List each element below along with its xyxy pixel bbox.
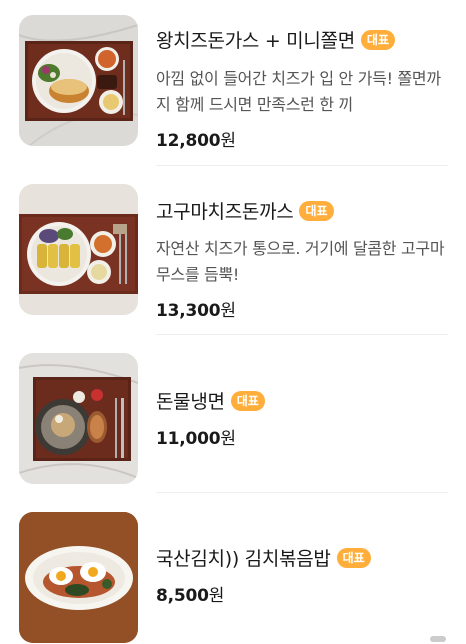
menu-item-don-mul-naengmyeon[interactable]: 돈물냉면 대표 11,000원 [0,335,466,492]
menu-item-price: 11,000원 [156,424,446,449]
price-value: 8,500 [156,586,209,606]
menu-item-title-row: 왕치즈돈가스 + 미니쫄면 대표 [156,26,446,53]
price-unit: 원 [220,429,236,449]
menu-item-title-row: 고구마치즈돈까스 대표 [156,197,446,224]
menu-item-photo [19,184,138,315]
menu-item-info: 왕치즈돈가스 + 미니쫄면 대표 아낌 없이 들어간 치즈가 입 안 가득! 쫄… [156,26,446,151]
menu-item-info: 돈물냉면 대표 11,000원 [156,387,446,449]
menu-item-name: 국산김치)) 김치볶음밥 [156,548,331,570]
signature-badge: 대표 [299,200,334,221]
menu-item-name: 돈물냉면 [156,391,225,413]
menu-item-name: 왕치즈돈가스 + 미니쫄면 [156,30,355,52]
menu-item-photo [19,15,138,146]
menu-item-price: 12,800원 [156,126,446,151]
price-unit: 원 [220,131,236,151]
menu-item-photo [19,353,138,484]
signature-badge: 대표 [230,390,265,411]
price-unit: 원 [208,586,225,606]
menu-item-title-row: 국산김치)) 김치볶음밥 대표 [156,544,446,571]
price-value: 11,000 [156,429,221,449]
menu-item-title-row: 돈물냉면 대표 [156,387,446,414]
signature-badge: 대표 [360,29,395,50]
menu-item-kimchi-fried-rice[interactable]: 국산김치)) 김치볶음밥 대표 8,500원 [0,493,466,644]
menu-item-price: 13,300원 [156,296,446,321]
menu-item-wangcheese-donkatsu[interactable]: 왕치즈돈가스 + 미니쫄면 대표 아낌 없이 들어간 치즈가 입 안 가득! 쫄… [0,0,466,165]
menu-item-name: 고구마치즈돈까스 [156,201,294,223]
scroll-indicator [430,636,446,642]
price-unit: 원 [220,301,236,321]
menu-item-info: 고구마치즈돈까스 대표 자연산 치즈가 통으로. 거기에 달콤한 고구마 무스를… [156,197,446,321]
price-value: 13,300 [156,301,221,321]
menu-item-info: 국산김치)) 김치볶음밥 대표 8,500원 [156,544,446,606]
price-value: 12,800 [156,131,221,151]
signature-badge: 대표 [336,547,371,568]
menu-item-sweetpotato-cheese-donkatsu[interactable]: 고구마치즈돈까스 대표 자연산 치즈가 통으로. 거기에 달콤한 고구마 무스를… [0,166,466,334]
menu-item-description: 아낌 없이 들어간 치즈가 입 안 가득! 쫄면까지 함께 드시면 만족스런 한… [156,69,441,114]
menu-item-photo [19,512,138,643]
menu-list: 왕치즈돈가스 + 미니쫄면 대표 아낌 없이 들어간 치즈가 입 안 가득! 쫄… [0,0,466,644]
menu-item-price: 8,500원 [156,581,446,606]
menu-item-description: 자연산 치즈가 통으로. 거기에 달콤한 고구마 무스를 듬뿍! [156,239,445,284]
